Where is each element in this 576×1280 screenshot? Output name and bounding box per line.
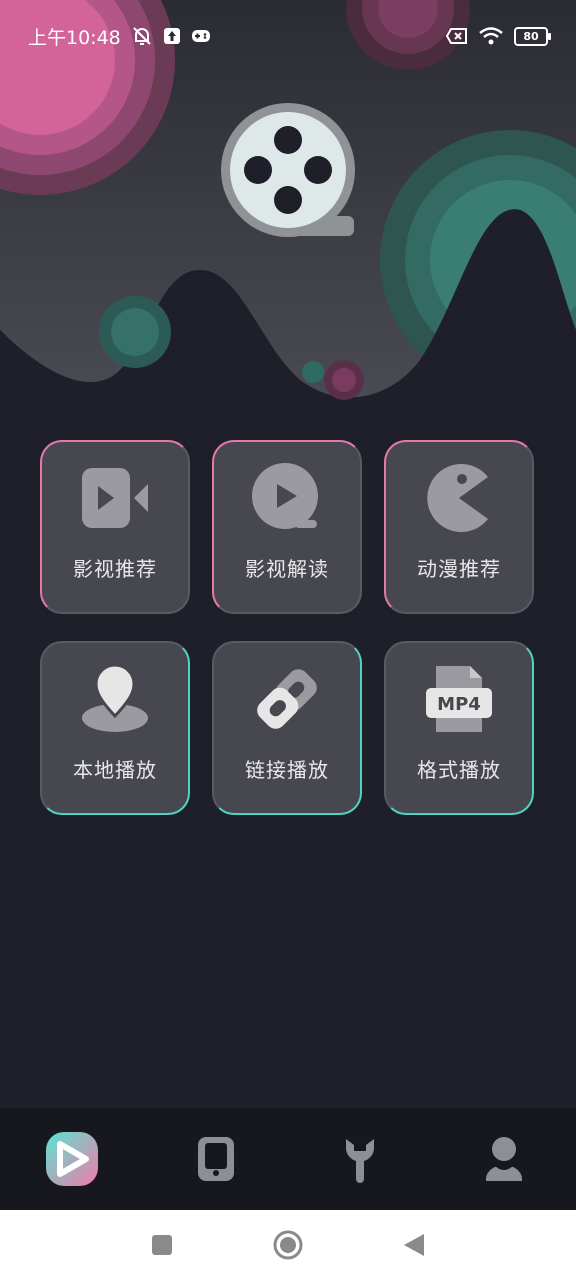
card-anime-recommend[interactable]: 动漫推荐 <box>384 440 534 614</box>
status-bar: 上午10:48 80 <box>0 0 576 72</box>
card-movie-recommend[interactable]: 影视推荐 <box>40 440 190 614</box>
card-link-play[interactable]: 链接播放 <box>212 641 362 815</box>
card-local-play[interactable]: 本地播放 <box>40 641 190 815</box>
link-icon <box>249 661 325 737</box>
gamepad-icon <box>191 28 211 44</box>
card-label: 格式播放 <box>417 758 501 782</box>
system-nav-bar <box>0 1210 576 1280</box>
recent-apps-icon <box>152 1235 172 1255</box>
card-format-play[interactable]: MP4 格式播放 <box>384 641 534 815</box>
user-profile-icon <box>486 1137 522 1181</box>
film-reel-icon <box>221 103 355 237</box>
nav-home[interactable] <box>32 1119 112 1199</box>
home-circle-icon <box>273 1230 303 1260</box>
nav-profile[interactable] <box>464 1119 544 1199</box>
pacman-icon <box>421 460 497 536</box>
wrench-tool-icon <box>346 1139 374 1183</box>
recent-apps-button[interactable] <box>145 1228 179 1262</box>
back-button[interactable] <box>397 1228 431 1262</box>
card-movie-review[interactable]: 影视解读 <box>212 440 362 614</box>
mute-bell-icon <box>131 25 153 47</box>
feature-grid: 影视推荐 影视解读 动漫推荐 本地播放 链接播放 MP4 格式播放 <box>40 440 536 815</box>
wifi-icon <box>478 26 504 46</box>
back-triangle-icon <box>404 1234 424 1256</box>
video-camera-icon <box>77 460 153 536</box>
card-label: 影视推荐 <box>73 557 157 581</box>
mp4-badge: MP4 <box>437 694 481 715</box>
location-pin-icon <box>77 661 153 737</box>
phone-device-icon <box>198 1137 234 1181</box>
nav-tools[interactable] <box>320 1119 400 1199</box>
card-label: 影视解读 <box>245 557 329 581</box>
card-label: 本地播放 <box>73 758 157 782</box>
upload-icon <box>163 27 181 45</box>
card-label: 链接播放 <box>245 758 329 782</box>
home-button[interactable] <box>271 1228 305 1262</box>
app-logo-play-icon <box>46 1132 98 1186</box>
nav-device[interactable] <box>176 1119 256 1199</box>
mp4-file-icon: MP4 <box>421 661 497 737</box>
play-circle-icon <box>249 460 325 536</box>
bottom-nav <box>0 1108 576 1210</box>
status-time: 上午10:48 <box>28 26 121 49</box>
battery-indicator: 80 <box>514 26 551 46</box>
card-label: 动漫推荐 <box>417 557 501 581</box>
no-sim-icon <box>446 27 468 45</box>
